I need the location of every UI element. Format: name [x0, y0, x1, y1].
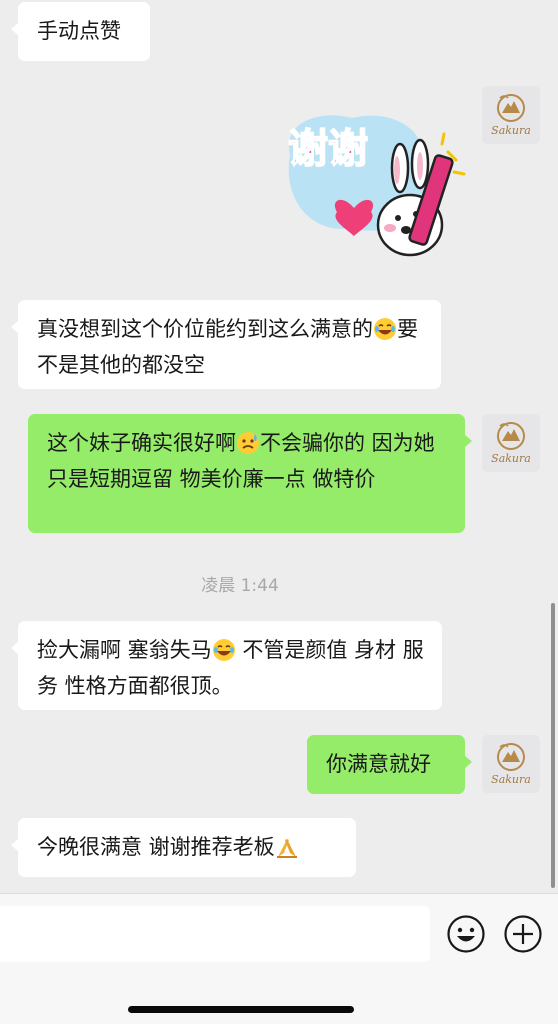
emoji-button[interactable] — [446, 914, 486, 954]
message-bubble-incoming[interactable]: 捡大漏啊 塞翁失马 不管是颜值 身材 服务 性格方面都很顶。 — [11, 621, 442, 710]
sweat-emoji-icon — [236, 431, 260, 464]
message-text: 手动点赞 — [37, 19, 121, 43]
svg-text:Sakura: Sakura — [491, 124, 531, 137]
message-text: 真没想到这个价位能约到这么满意的 — [37, 317, 373, 341]
message-bubble-outgoing[interactable]: 你满意就好 — [307, 735, 472, 794]
plus-button[interactable] — [503, 914, 543, 954]
message-text: 捡大漏啊 塞翁失马 — [37, 638, 212, 662]
chat-area[interactable]: 手动点赞 Sakura 谢谢 真没想到这个价位能约到这么满意的 要不是其他的都没… — [0, 0, 558, 893]
timestamp: 凌晨 1:44 — [201, 576, 279, 596]
message-bubble-incoming[interactable]: 今晚很满意 谢谢推荐老板 — [11, 818, 356, 877]
thank-you-sticker[interactable]: 谢谢 — [282, 100, 472, 265]
message-text: 今晚很满意 谢谢推荐老板 — [37, 835, 275, 859]
avatar[interactable]: Sakura — [482, 86, 540, 144]
message-text: 这个妹子确实很好啊 — [47, 431, 236, 455]
message-input[interactable] — [0, 906, 430, 962]
home-indicator — [128, 1006, 354, 1013]
svg-text:谢谢: 谢谢 — [288, 126, 368, 172]
bunny-sticker-icon: 谢谢 — [287, 115, 466, 257]
message-bubble-outgoing[interactable]: 这个妹子确实很好啊 不会骗你的 因为她只是短期逗留 物美价廉一点 做特价 — [28, 414, 472, 533]
avatar[interactable]: Sakura — [482, 414, 540, 472]
laughing-tears-emoji-icon — [212, 638, 236, 671]
input-bar — [0, 893, 558, 1024]
avatar[interactable]: Sakura — [482, 735, 540, 793]
message-bubble-incoming[interactable]: 真没想到这个价位能约到这么满意的 要不是其他的都没空 — [11, 300, 441, 389]
laughing-tears-emoji-icon — [373, 317, 397, 350]
sakura-logo-icon: Sakura — [482, 735, 540, 793]
sakura-logo-icon: Sakura — [482, 86, 540, 144]
sakura-logo-icon: Sakura — [482, 414, 540, 472]
praying-hands-emoji-icon — [275, 835, 299, 868]
scrollbar[interactable] — [551, 603, 555, 888]
plus-icon — [504, 915, 542, 953]
svg-text:Sakura: Sakura — [491, 452, 531, 465]
message-text: 你满意就好 — [326, 752, 431, 776]
svg-text:Sakura: Sakura — [491, 773, 531, 786]
smiley-icon — [447, 915, 485, 953]
message-bubble-incoming[interactable]: 手动点赞 — [11, 2, 150, 61]
